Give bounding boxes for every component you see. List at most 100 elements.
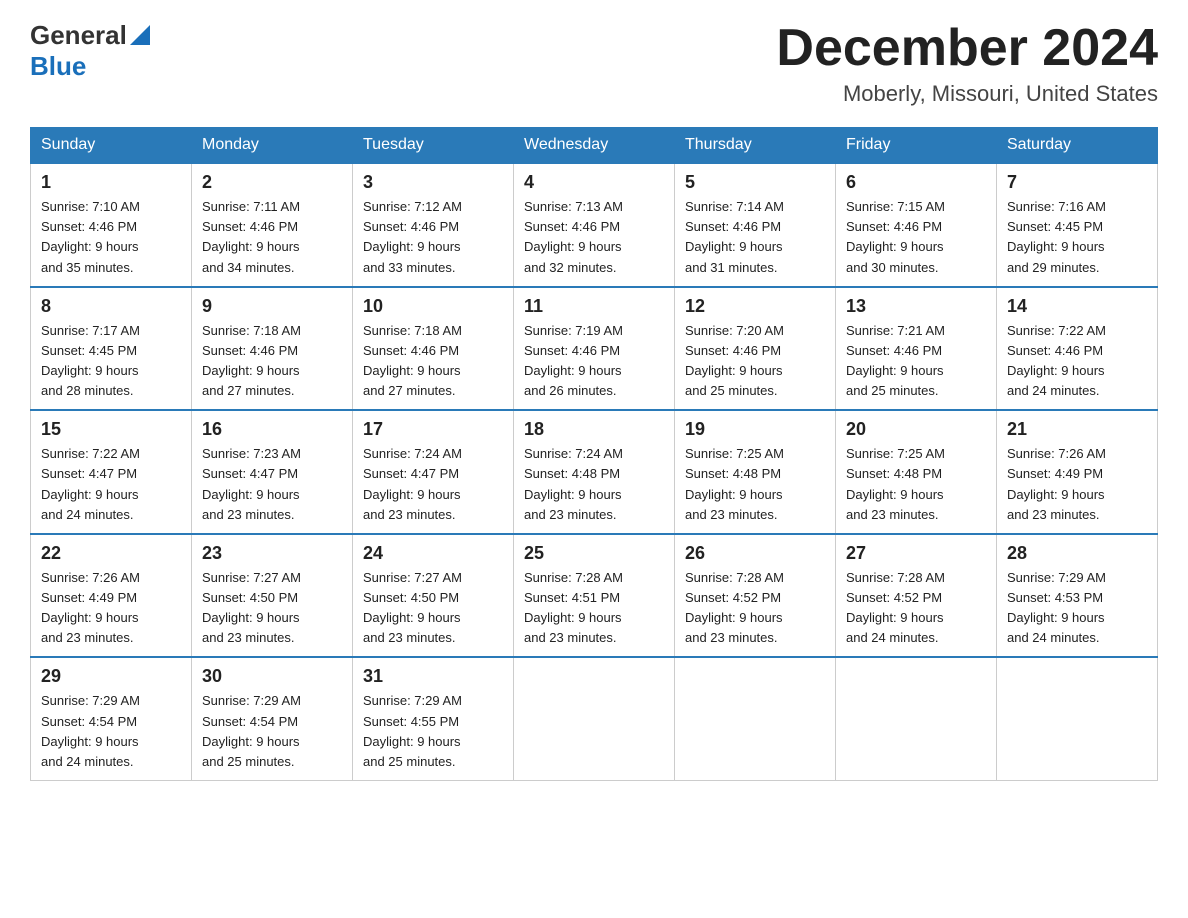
day-number: 24	[363, 543, 503, 564]
day-number: 26	[685, 543, 825, 564]
weekday-header-sunday: Sunday	[31, 128, 192, 164]
day-info: Sunrise: 7:24 AMSunset: 4:47 PMDaylight:…	[363, 444, 503, 525]
calendar-cell	[997, 657, 1158, 780]
day-info: Sunrise: 7:24 AMSunset: 4:48 PMDaylight:…	[524, 444, 664, 525]
day-info: Sunrise: 7:13 AMSunset: 4:46 PMDaylight:…	[524, 197, 664, 278]
calendar-cell: 25 Sunrise: 7:28 AMSunset: 4:51 PMDayligh…	[514, 534, 675, 658]
day-info: Sunrise: 7:29 AMSunset: 4:54 PMDaylight:…	[202, 691, 342, 772]
day-number: 16	[202, 419, 342, 440]
calendar-cell: 28 Sunrise: 7:29 AMSunset: 4:53 PMDayligh…	[997, 534, 1158, 658]
day-info: Sunrise: 7:12 AMSunset: 4:46 PMDaylight:…	[363, 197, 503, 278]
day-number: 17	[363, 419, 503, 440]
calendar-cell: 19 Sunrise: 7:25 AMSunset: 4:48 PMDayligh…	[675, 410, 836, 534]
day-info: Sunrise: 7:20 AMSunset: 4:46 PMDaylight:…	[685, 321, 825, 402]
calendar-week-row: 22Sunrise: 7:26 AMSunset: 4:49 PMDayligh…	[31, 534, 1158, 658]
day-info: Sunrise: 7:15 AMSunset: 4:46 PMDaylight:…	[846, 197, 986, 278]
day-number: 30	[202, 666, 342, 687]
calendar-cell: 1 Sunrise: 7:10 AMSunset: 4:46 PMDaylight…	[31, 163, 192, 287]
weekday-header-tuesday: Tuesday	[353, 128, 514, 164]
calendar-cell: 30 Sunrise: 7:29 AMSunset: 4:54 PMDayligh…	[192, 657, 353, 780]
calendar-cell: 2 Sunrise: 7:11 AMSunset: 4:46 PMDaylight…	[192, 163, 353, 287]
day-info: Sunrise: 7:11 AMSunset: 4:46 PMDaylight:…	[202, 197, 342, 278]
day-info: Sunrise: 7:19 AMSunset: 4:46 PMDaylight:…	[524, 321, 664, 402]
day-info: Sunrise: 7:26 AMSunset: 4:49 PMDaylight:…	[41, 568, 181, 649]
day-info: Sunrise: 7:29 AMSunset: 4:53 PMDaylight:…	[1007, 568, 1147, 649]
calendar-cell: 29 Sunrise: 7:29 AMSunset: 4:54 PMDayligh…	[31, 657, 192, 780]
day-number: 13	[846, 296, 986, 317]
calendar-week-row: 8Sunrise: 7:17 AMSunset: 4:45 PMDaylight…	[31, 287, 1158, 411]
day-number: 19	[685, 419, 825, 440]
calendar-cell: 23 Sunrise: 7:27 AMSunset: 4:50 PMDayligh…	[192, 534, 353, 658]
day-info: Sunrise: 7:26 AMSunset: 4:49 PMDaylight:…	[1007, 444, 1147, 525]
calendar-cell: 3 Sunrise: 7:12 AMSunset: 4:46 PMDaylight…	[353, 163, 514, 287]
calendar-cell: 20 Sunrise: 7:25 AMSunset: 4:48 PMDayligh…	[836, 410, 997, 534]
weekday-header-wednesday: Wednesday	[514, 128, 675, 164]
calendar-week-row: 29 Sunrise: 7:29 AMSunset: 4:54 PMDayligh…	[31, 657, 1158, 780]
calendar-cell: 8Sunrise: 7:17 AMSunset: 4:45 PMDaylight…	[31, 287, 192, 411]
day-info: Sunrise: 7:10 AMSunset: 4:46 PMDaylight:…	[41, 197, 181, 278]
day-info: Sunrise: 7:29 AMSunset: 4:54 PMDaylight:…	[41, 691, 181, 772]
calendar-table: SundayMondayTuesdayWednesdayThursdayFrid…	[30, 127, 1158, 781]
day-info: Sunrise: 7:22 AMSunset: 4:46 PMDaylight:…	[1007, 321, 1147, 402]
calendar-cell: 21 Sunrise: 7:26 AMSunset: 4:49 PMDayligh…	[997, 410, 1158, 534]
day-info: Sunrise: 7:22 AMSunset: 4:47 PMDaylight:…	[41, 444, 181, 525]
day-info: Sunrise: 7:18 AMSunset: 4:46 PMDaylight:…	[363, 321, 503, 402]
calendar-cell	[836, 657, 997, 780]
weekday-header-monday: Monday	[192, 128, 353, 164]
day-number: 23	[202, 543, 342, 564]
day-number: 18	[524, 419, 664, 440]
day-number: 7	[1007, 172, 1147, 193]
day-number: 29	[41, 666, 181, 687]
day-info: Sunrise: 7:27 AMSunset: 4:50 PMDaylight:…	[363, 568, 503, 649]
day-number: 2	[202, 172, 342, 193]
day-number: 6	[846, 172, 986, 193]
weekday-header-friday: Friday	[836, 128, 997, 164]
day-info: Sunrise: 7:16 AMSunset: 4:45 PMDaylight:…	[1007, 197, 1147, 278]
day-info: Sunrise: 7:28 AMSunset: 4:51 PMDaylight:…	[524, 568, 664, 649]
day-info: Sunrise: 7:25 AMSunset: 4:48 PMDaylight:…	[846, 444, 986, 525]
day-number: 1	[41, 172, 181, 193]
day-number: 11	[524, 296, 664, 317]
day-number: 14	[1007, 296, 1147, 317]
day-number: 10	[363, 296, 503, 317]
day-number: 15	[41, 419, 181, 440]
weekday-header-saturday: Saturday	[997, 128, 1158, 164]
logo: General Blue	[30, 20, 150, 82]
calendar-cell: 31 Sunrise: 7:29 AMSunset: 4:55 PMDayligh…	[353, 657, 514, 780]
day-number: 31	[363, 666, 503, 687]
day-info: Sunrise: 7:28 AMSunset: 4:52 PMDaylight:…	[846, 568, 986, 649]
day-number: 3	[363, 172, 503, 193]
calendar-cell: 16 Sunrise: 7:23 AMSunset: 4:47 PMDayligh…	[192, 410, 353, 534]
calendar-cell: 10 Sunrise: 7:18 AMSunset: 4:46 PMDayligh…	[353, 287, 514, 411]
calendar-cell: 12 Sunrise: 7:20 AMSunset: 4:46 PMDayligh…	[675, 287, 836, 411]
calendar-title-area: December 2024 Moberly, Missouri, United …	[776, 20, 1158, 107]
calendar-cell: 11 Sunrise: 7:19 AMSunset: 4:46 PMDayligh…	[514, 287, 675, 411]
calendar-cell: 13Sunrise: 7:21 AMSunset: 4:46 PMDayligh…	[836, 287, 997, 411]
calendar-cell	[514, 657, 675, 780]
logo-general-text: General	[30, 20, 127, 51]
day-number: 21	[1007, 419, 1147, 440]
day-number: 20	[846, 419, 986, 440]
day-info: Sunrise: 7:25 AMSunset: 4:48 PMDaylight:…	[685, 444, 825, 525]
day-number: 9	[202, 296, 342, 317]
day-number: 25	[524, 543, 664, 564]
day-number: 4	[524, 172, 664, 193]
calendar-cell: 4 Sunrise: 7:13 AMSunset: 4:46 PMDaylight…	[514, 163, 675, 287]
day-info: Sunrise: 7:29 AMSunset: 4:55 PMDaylight:…	[363, 691, 503, 772]
month-year-title: December 2024	[776, 20, 1158, 77]
day-info: Sunrise: 7:17 AMSunset: 4:45 PMDaylight:…	[41, 321, 181, 402]
day-info: Sunrise: 7:18 AMSunset: 4:46 PMDaylight:…	[202, 321, 342, 402]
day-info: Sunrise: 7:27 AMSunset: 4:50 PMDaylight:…	[202, 568, 342, 649]
day-number: 28	[1007, 543, 1147, 564]
day-info: Sunrise: 7:14 AMSunset: 4:46 PMDaylight:…	[685, 197, 825, 278]
calendar-cell: 5Sunrise: 7:14 AMSunset: 4:46 PMDaylight…	[675, 163, 836, 287]
calendar-cell: 27Sunrise: 7:28 AMSunset: 4:52 PMDayligh…	[836, 534, 997, 658]
calendar-cell: 15 Sunrise: 7:22 AMSunset: 4:47 PMDayligh…	[31, 410, 192, 534]
calendar-week-row: 15 Sunrise: 7:22 AMSunset: 4:47 PMDayligh…	[31, 410, 1158, 534]
calendar-cell: 9 Sunrise: 7:18 AMSunset: 4:46 PMDaylight…	[192, 287, 353, 411]
calendar-cell: 6 Sunrise: 7:15 AMSunset: 4:46 PMDaylight…	[836, 163, 997, 287]
calendar-cell: 26Sunrise: 7:28 AMSunset: 4:52 PMDayligh…	[675, 534, 836, 658]
day-number: 12	[685, 296, 825, 317]
calendar-cell	[675, 657, 836, 780]
day-info: Sunrise: 7:23 AMSunset: 4:47 PMDaylight:…	[202, 444, 342, 525]
